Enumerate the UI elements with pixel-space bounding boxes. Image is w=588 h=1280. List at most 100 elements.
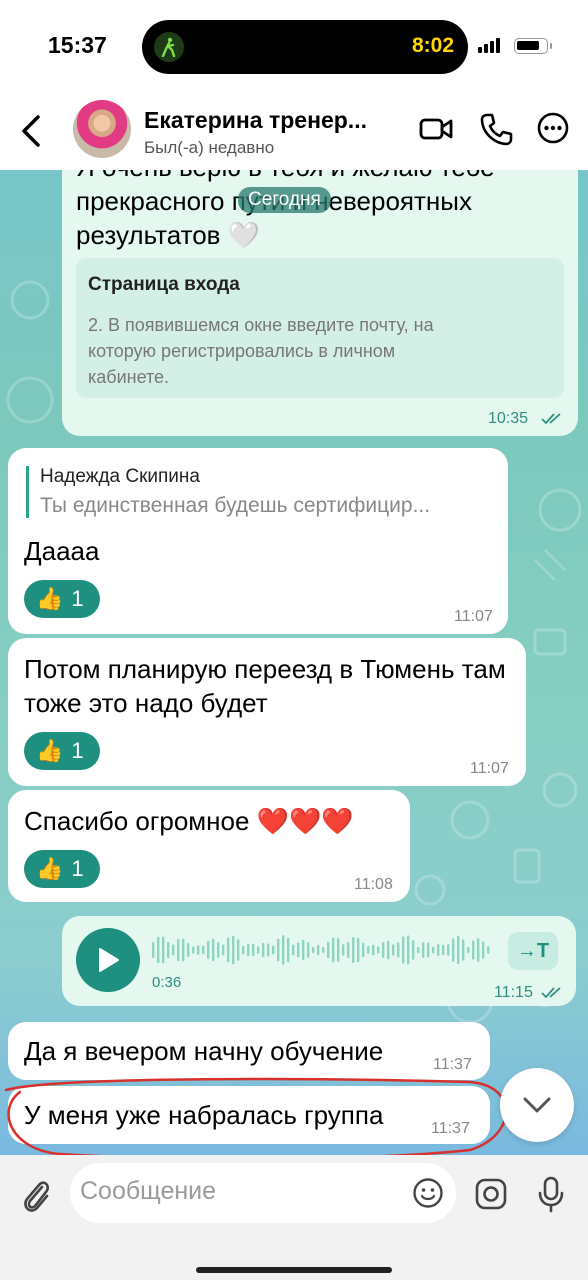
status-bar: 15:37 8:02 — [0, 0, 588, 95]
battery-icon — [514, 38, 548, 54]
emoji-icon[interactable] — [412, 1177, 444, 1214]
double-check-icon — [541, 413, 561, 425]
thumbs-up-icon: 👍 — [36, 586, 64, 611]
waveform-bar — [297, 942, 300, 958]
message-text: Да я вечером начну обучение — [24, 1036, 384, 1066]
chat-area[interactable]: Я очень верю в тебя и желаю тебе прекрас… — [0, 170, 588, 1155]
waveform-bar — [407, 935, 410, 965]
waveform-bar — [167, 941, 170, 959]
waveform-bar — [337, 938, 340, 962]
waveform-bar — [437, 944, 440, 956]
reaction-count: 1 — [71, 856, 84, 881]
double-check-icon — [541, 987, 561, 999]
link-preview[interactable]: Страница входа 2. В появившемся окне вве… — [76, 258, 564, 398]
attach-icon[interactable] — [20, 1175, 52, 1220]
waveform-bar — [212, 938, 215, 962]
waveform-bar — [182, 938, 185, 962]
waveform-bar — [207, 940, 210, 960]
waveform-bar — [412, 940, 415, 960]
play-icon[interactable] — [76, 928, 140, 992]
contact-name[interactable]: Екатерина тренер... — [144, 107, 367, 134]
message-incoming[interactable]: Потом планирую переезд в Тюмень там тоже… — [8, 638, 526, 786]
waveform-bar — [252, 943, 255, 957]
message-time: 10:35 — [488, 410, 529, 427]
camera-icon[interactable] — [474, 1177, 508, 1216]
waveform-bar — [242, 945, 245, 955]
waveform-bar — [162, 936, 165, 964]
status-clock: 15:37 — [48, 32, 107, 58]
thumbs-up-icon: 👍 — [36, 738, 64, 763]
waveform-bar — [277, 938, 280, 962]
waveform-bar — [192, 946, 195, 954]
waveform-bar — [417, 946, 420, 954]
cellular-signal-icon — [478, 38, 500, 53]
message-placeholder: Сообщение — [80, 1177, 217, 1205]
waveform-bar — [292, 944, 295, 956]
waveform-bar — [262, 942, 265, 958]
back-icon[interactable] — [16, 113, 46, 149]
home-indicator — [196, 1267, 392, 1273]
waveform-bar — [177, 938, 180, 962]
avatar[interactable] — [73, 100, 131, 158]
message-field[interactable]: Сообщение — [70, 1163, 456, 1223]
waveform-bar — [432, 946, 435, 954]
waveform-bar — [272, 945, 275, 955]
dynamic-island[interactable]: 8:02 — [142, 20, 468, 74]
reaction-badge[interactable]: 👍 1 — [24, 580, 100, 618]
chat-header: Екатерина тренер... Был(-а) недавно — [0, 95, 588, 171]
message-incoming[interactable]: Спасибо огромное ❤️❤️❤️ 👍 1 11:08 — [8, 790, 410, 902]
reply-author[interactable]: Надежда Скипина — [40, 466, 200, 488]
message-text: Даааа — [24, 536, 100, 566]
waveform-bar — [332, 937, 335, 963]
reaction-badge[interactable]: 👍 1 — [24, 732, 100, 770]
waveform-bar — [367, 946, 370, 954]
video-call-icon[interactable] — [418, 111, 454, 152]
waveform-bar — [372, 944, 375, 956]
last-seen-status: Был(-а) недавно — [144, 138, 275, 157]
transcribe-button[interactable]: →T — [508, 932, 558, 970]
waveform-bar — [347, 941, 350, 959]
waveform-bar — [387, 940, 390, 960]
waveform-bar — [382, 942, 385, 958]
message-text: Потом планирую переезд в Тюмень там тоже… — [24, 654, 506, 718]
chevron-down-icon — [523, 1097, 551, 1113]
message-time: 11:07 — [470, 760, 509, 777]
waveform-bar — [157, 936, 160, 964]
more-icon[interactable] — [536, 111, 570, 150]
voice-message[interactable]: 0:36 →T 11:15 — [62, 916, 576, 1006]
voice-duration: 0:36 — [152, 974, 182, 991]
waveform-bar — [257, 946, 260, 954]
waveform-bar — [402, 936, 405, 964]
waveform-bar — [442, 944, 445, 956]
waveform-bar — [472, 940, 475, 960]
thumbs-up-icon: 👍 — [36, 856, 64, 881]
waveform-bar — [302, 939, 305, 961]
waveform-bar — [267, 943, 270, 957]
island-timer: 8:02 — [411, 34, 454, 57]
waveform-bar — [172, 944, 175, 956]
voice-waveform[interactable] — [152, 932, 492, 968]
waveform-bar — [487, 946, 490, 954]
phone-icon[interactable] — [478, 111, 514, 152]
reaction-count: 1 — [71, 738, 84, 763]
waveform-bar — [392, 944, 395, 956]
reply-text[interactable]: Ты единственная будешь сертифицир... — [40, 494, 430, 518]
waveform-bar — [342, 944, 345, 956]
message-time: 11:07 — [454, 608, 493, 625]
waveform-bar — [217, 942, 220, 958]
waveform-bar — [447, 944, 450, 956]
scroll-down-button[interactable] — [500, 1068, 574, 1142]
message-text: Спасибо огромное ❤️❤️❤️ — [24, 806, 354, 836]
link-preview-description: 2. В появившемся окне введите почту, на … — [88, 315, 434, 387]
microphone-icon[interactable] — [536, 1175, 566, 1218]
reaction-badge[interactable]: 👍 1 — [24, 850, 100, 888]
waveform-bar — [282, 935, 285, 965]
waveform-bar — [477, 938, 480, 962]
message-time: 11:08 — [354, 876, 393, 893]
waveform-bar — [237, 939, 240, 961]
battery-tip — [550, 43, 552, 49]
walk-icon — [154, 32, 184, 62]
waveform-bar — [357, 937, 360, 963]
message-incoming[interactable]: Надежда Скипина Ты единственная будешь с… — [8, 448, 508, 634]
waveform-bar — [317, 944, 320, 956]
